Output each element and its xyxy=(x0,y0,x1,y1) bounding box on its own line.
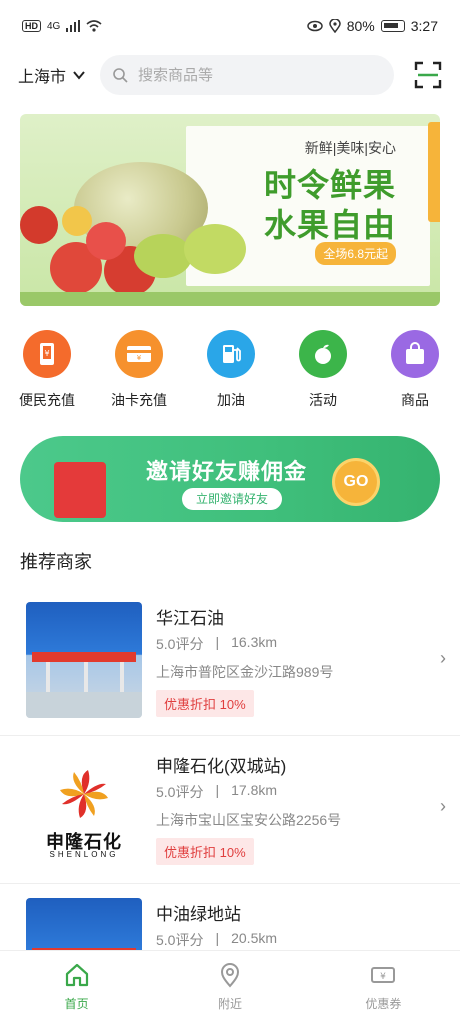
shopping-bag-icon xyxy=(391,330,439,378)
gas-station-pole xyxy=(46,662,50,692)
battery-icon xyxy=(380,20,405,32)
merchant-thumbnail xyxy=(26,602,142,718)
top-header: 上海市 xyxy=(0,52,460,98)
nav-label: 附近 xyxy=(217,997,242,1011)
fruit-image xyxy=(62,206,92,236)
nav-label: 优惠券 xyxy=(365,997,402,1011)
merchant-distance: 20.5km xyxy=(231,930,278,946)
discount-badge: 优惠折扣 10% xyxy=(156,838,254,865)
signal-icon xyxy=(66,20,81,32)
gas-station-pole xyxy=(84,662,88,692)
scan-icon xyxy=(414,61,442,89)
quick-item-fuel[interactable]: 加油 xyxy=(194,330,268,416)
phone-recharge-icon: ¥ xyxy=(23,330,71,378)
apple-icon xyxy=(299,330,347,378)
go-coin: GO xyxy=(332,458,380,506)
meta-separator: | xyxy=(215,930,220,946)
svg-text:¥: ¥ xyxy=(44,349,49,358)
svg-text:¥: ¥ xyxy=(137,354,142,362)
network-indicator: 4G xyxy=(47,20,61,32)
status-left: HD 4G xyxy=(22,20,102,32)
fuel-pump-icon xyxy=(207,330,255,378)
meta-separator: | xyxy=(215,782,220,798)
invite-button[interactable]: 立即邀请好友 xyxy=(182,488,283,510)
hd-indicator: HD xyxy=(22,20,41,32)
nav-label: 首页 xyxy=(64,997,89,1011)
city-selector[interactable]: 上海市 xyxy=(18,63,100,87)
quick-label: 便民充值 xyxy=(19,392,75,408)
banner-tags: 新鲜|美味|安心 xyxy=(304,140,396,156)
meta-separator: | xyxy=(215,634,220,650)
merchant-address: 上海市宝山区宝安公路2256号 xyxy=(156,812,342,828)
gas-station-canopy xyxy=(32,652,136,662)
merchant-address: 上海市普陀区金沙江路989号 xyxy=(156,664,334,680)
scan-button[interactable] xyxy=(414,61,442,89)
merchant-distance: 17.8km xyxy=(231,782,278,798)
pinwheel-logo-icon xyxy=(60,770,108,818)
eye-icon xyxy=(306,20,323,32)
merchant-meta: 5.0评分 | 17.8km xyxy=(156,782,277,802)
merchant-item[interactable]: 申隆石化 SHENLONG 申隆石化(双城站) 5.0评分 | 17.8km 上… xyxy=(0,738,460,884)
red-envelope-image xyxy=(54,462,106,518)
invite-banner[interactable]: 邀请好友赚佣金 立即邀请好友 GO xyxy=(20,436,440,522)
quick-item-phone-recharge[interactable]: ¥ 便民充值 xyxy=(10,330,84,416)
merchant-meta: 5.0评分 | 20.5km xyxy=(156,930,277,950)
nav-coupon[interactable]: ¥ 优惠券 xyxy=(307,951,460,1022)
promo-banner[interactable]: 新鲜|美味|安心 时令鲜果 水果自由 全场6.8元起 xyxy=(20,114,440,306)
wifi-icon xyxy=(86,20,102,32)
gas-station-ground xyxy=(26,692,142,718)
merchant-meta: 5.0评分 | 16.3km xyxy=(156,634,277,654)
location-icon xyxy=(328,19,341,33)
merchant-rating: 5.0评分 xyxy=(156,932,204,948)
merchant-name: 华江石油 xyxy=(156,609,224,628)
nav-nearby[interactable]: 附近 xyxy=(153,951,306,1022)
merchant-thumbnail: 申隆石化 SHENLONG xyxy=(26,750,142,866)
city-label: 上海市 xyxy=(18,69,67,86)
nav-home[interactable]: 首页 xyxy=(0,951,153,1022)
section-title: 推荐商家 xyxy=(20,552,92,572)
chevron-right-icon: › xyxy=(440,796,446,816)
quick-label: 活动 xyxy=(309,392,337,408)
quick-item-goods[interactable]: 商品 xyxy=(378,330,452,416)
bottom-nav: 首页 附近 ¥ 优惠券 xyxy=(0,950,460,1022)
fruit-image xyxy=(134,234,192,278)
quick-label: 油卡充值 xyxy=(111,392,167,408)
banner-title-line2: 水果自由 xyxy=(263,207,396,243)
location-pin-icon xyxy=(220,963,239,988)
home-icon xyxy=(65,963,88,987)
quick-label: 加油 xyxy=(217,392,245,408)
banner-bottom-strip xyxy=(20,292,440,306)
banner-price-pill: 全场6.8元起 xyxy=(315,242,396,265)
search-input[interactable] xyxy=(138,66,358,84)
status-bar: HD 4G 80% 3:27 xyxy=(0,0,460,52)
merchant-distance: 16.3km xyxy=(231,634,278,650)
chevron-right-icon: › xyxy=(440,648,446,668)
invite-title: 邀请好友赚佣金 xyxy=(146,459,308,484)
merchant-item[interactable]: 华江石油 5.0评分 | 16.3km 上海市普陀区金沙江路989号 优惠折扣 … xyxy=(0,590,460,736)
coupon-icon: ¥ xyxy=(371,967,396,983)
svg-text:¥: ¥ xyxy=(380,972,386,982)
discount-badge: 优惠折扣 10% xyxy=(156,690,254,717)
merchant-logo-sub: SHENLONG xyxy=(49,850,119,859)
quick-actions: ¥ 便民充值 ¥ 油卡充值 加油 活动 商品 xyxy=(0,330,460,416)
battery-percent: 80% xyxy=(346,18,375,34)
fruit-image xyxy=(86,222,126,260)
fruit-image xyxy=(184,224,246,274)
search-bar[interactable] xyxy=(100,55,394,95)
gas-station-pole xyxy=(120,662,124,692)
status-right: 80% 3:27 xyxy=(306,18,438,34)
clock: 3:27 xyxy=(410,18,438,34)
search-icon xyxy=(113,68,128,83)
banner-side-tab xyxy=(428,122,440,222)
quick-item-activity[interactable]: 活动 xyxy=(286,330,360,416)
quick-label: 商品 xyxy=(401,392,429,408)
merchant-rating: 5.0评分 xyxy=(156,784,204,800)
merchant-name: 申隆石化(双城站) xyxy=(156,757,287,776)
merchant-name: 中油绿地站 xyxy=(156,905,241,924)
merchant-rating: 5.0评分 xyxy=(156,636,204,652)
card-recharge-icon: ¥ xyxy=(115,330,163,378)
quick-item-card-recharge[interactable]: ¥ 油卡充值 xyxy=(102,330,176,416)
fruit-image xyxy=(20,206,58,244)
chevron-down-icon xyxy=(73,71,85,80)
